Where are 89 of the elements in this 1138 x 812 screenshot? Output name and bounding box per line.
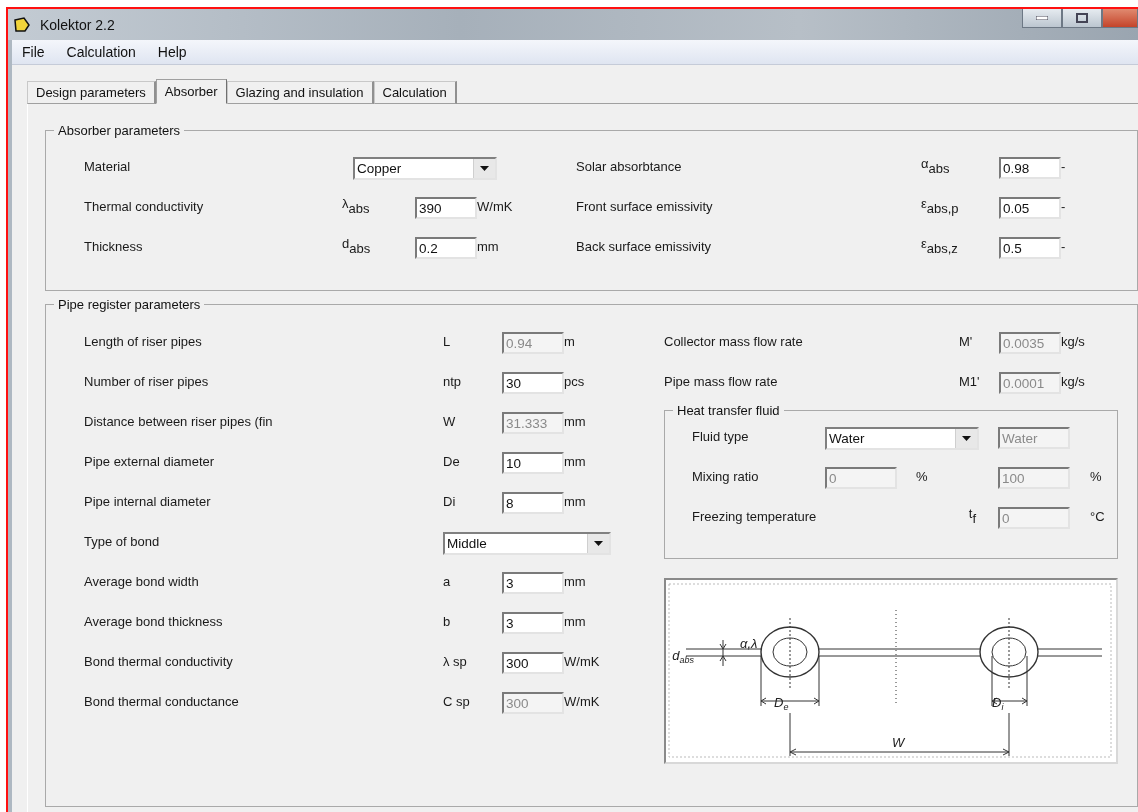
field-label: Collector mass flow rate xyxy=(664,333,804,349)
symbol-label: λ sp xyxy=(443,653,468,669)
field-label: Back surface emissivity xyxy=(576,238,713,254)
text-field[interactable]: 0.5 xyxy=(999,237,1061,259)
field-label: Average bond width xyxy=(84,573,200,589)
symbol-label: a xyxy=(443,573,452,589)
field-label: Solar absorbtance xyxy=(576,158,683,174)
diagram-label: α,λ xyxy=(740,636,758,651)
symbol-label: ntp xyxy=(443,373,463,389)
group-title: Heat transfer fluid xyxy=(676,403,781,418)
diagram-label: D$_{i}$ xyxy=(992,695,1004,712)
field-label: Mixing ratio xyxy=(692,468,760,484)
field-label: Bond thermal conductance xyxy=(84,693,240,709)
caret-icon xyxy=(480,165,489,171)
unit-label: mm xyxy=(564,613,587,629)
tab[interactable]: Design parameters xyxy=(27,81,156,104)
unit-label: °C xyxy=(1090,508,1106,524)
unit-label: % xyxy=(1090,468,1103,484)
field-label: Average bond thickness xyxy=(84,613,224,629)
unit-label: W/mK xyxy=(564,653,601,669)
field-label: Front surface emissivity xyxy=(576,198,714,214)
tab[interactable]: Absorber xyxy=(155,79,227,104)
text-field[interactable]: 10 xyxy=(502,452,564,474)
minimize-button[interactable] xyxy=(1022,9,1062,28)
unit-label: mm xyxy=(564,573,587,589)
dropdown[interactable]: Middle xyxy=(443,531,611,555)
menu-item[interactable]: Help xyxy=(157,44,187,60)
text-field[interactable]: 300 xyxy=(502,652,564,674)
unit-label: W/mK xyxy=(477,198,514,214)
tab[interactable]: Calculation xyxy=(373,81,457,104)
diagram-label: D$_{e}$ xyxy=(774,695,789,712)
symbol-label: M' xyxy=(959,333,974,349)
unit-label: m xyxy=(564,333,576,349)
text-field[interactable]: 30 xyxy=(502,372,564,394)
field-label: Fluid type xyxy=(692,428,750,444)
symbol-label: W xyxy=(443,413,457,429)
diagram-label: d$_{abs}$ xyxy=(672,648,694,665)
field-label: Pipe mass flow rate xyxy=(664,373,779,389)
unit-label: kg/s xyxy=(1061,333,1086,349)
window-title: Kolektor 2.2 xyxy=(40,16,115,33)
unit-label: mm xyxy=(564,453,587,469)
text-field[interactable]: 3 xyxy=(502,572,564,594)
maximize-button[interactable] xyxy=(1062,9,1102,28)
symbol-label: b xyxy=(443,613,452,629)
unit-label: mm xyxy=(564,493,587,509)
field-label: Length of riser pipes xyxy=(84,333,203,349)
text-field[interactable]: 0.05 xyxy=(999,197,1061,219)
unit-label: - xyxy=(1061,198,1067,214)
field-label: Pipe internal diameter xyxy=(84,493,212,509)
unit-label: kg/s xyxy=(1061,373,1086,389)
unit-label: - xyxy=(1061,158,1067,174)
dropdown[interactable]: Water xyxy=(825,426,979,450)
field-label: Type of bond xyxy=(84,533,161,549)
app-icon xyxy=(14,17,30,32)
unit-label: mm xyxy=(477,238,500,254)
group-title: Absorber parameters xyxy=(57,123,182,138)
unit-label: - xyxy=(1061,238,1067,254)
dropdown[interactable]: Copper xyxy=(353,156,497,180)
unit-label: pcs xyxy=(564,373,586,389)
symbol-label: M1' xyxy=(959,373,981,389)
unit-label: W/mK xyxy=(564,693,601,709)
field-label: Bond thermal conductivity xyxy=(84,653,234,669)
text-field[interactable]: 390 xyxy=(415,197,477,219)
tab[interactable]: Glazing and insulation xyxy=(226,81,374,104)
text-field[interactable]: 0.2 xyxy=(415,237,477,259)
symbol-label: De xyxy=(443,453,461,469)
text-field[interactable]: 8 xyxy=(502,492,564,514)
symbol-label: C sp xyxy=(443,693,471,709)
symbol-label: L xyxy=(443,333,452,349)
minimize-icon xyxy=(1036,16,1048,20)
diagram-label: W xyxy=(892,735,905,750)
menu-item[interactable]: Calculation xyxy=(66,44,136,60)
field-label: Thickness xyxy=(84,238,144,254)
field-label: Freezing temperature xyxy=(692,508,818,524)
field-label: Number of riser pipes xyxy=(84,373,210,389)
symbol-label: Di xyxy=(443,493,457,509)
field-label: Thermal conductivity xyxy=(84,198,205,214)
text-field[interactable]: 3 xyxy=(502,612,564,634)
field-label: Material xyxy=(84,158,132,174)
text-field[interactable]: 0.98 xyxy=(999,157,1061,179)
unit-label: % xyxy=(916,468,928,484)
field-label: Distance between riser pipes (fin xyxy=(84,413,274,429)
caret-icon xyxy=(594,540,603,546)
maximize-icon xyxy=(1076,13,1088,23)
caret-icon xyxy=(962,435,971,441)
menu-item[interactable]: File xyxy=(22,44,45,60)
field-label: Pipe external diameter xyxy=(84,453,216,469)
unit-label: mm xyxy=(564,413,587,429)
group-title: Pipe register parameters xyxy=(57,297,202,312)
